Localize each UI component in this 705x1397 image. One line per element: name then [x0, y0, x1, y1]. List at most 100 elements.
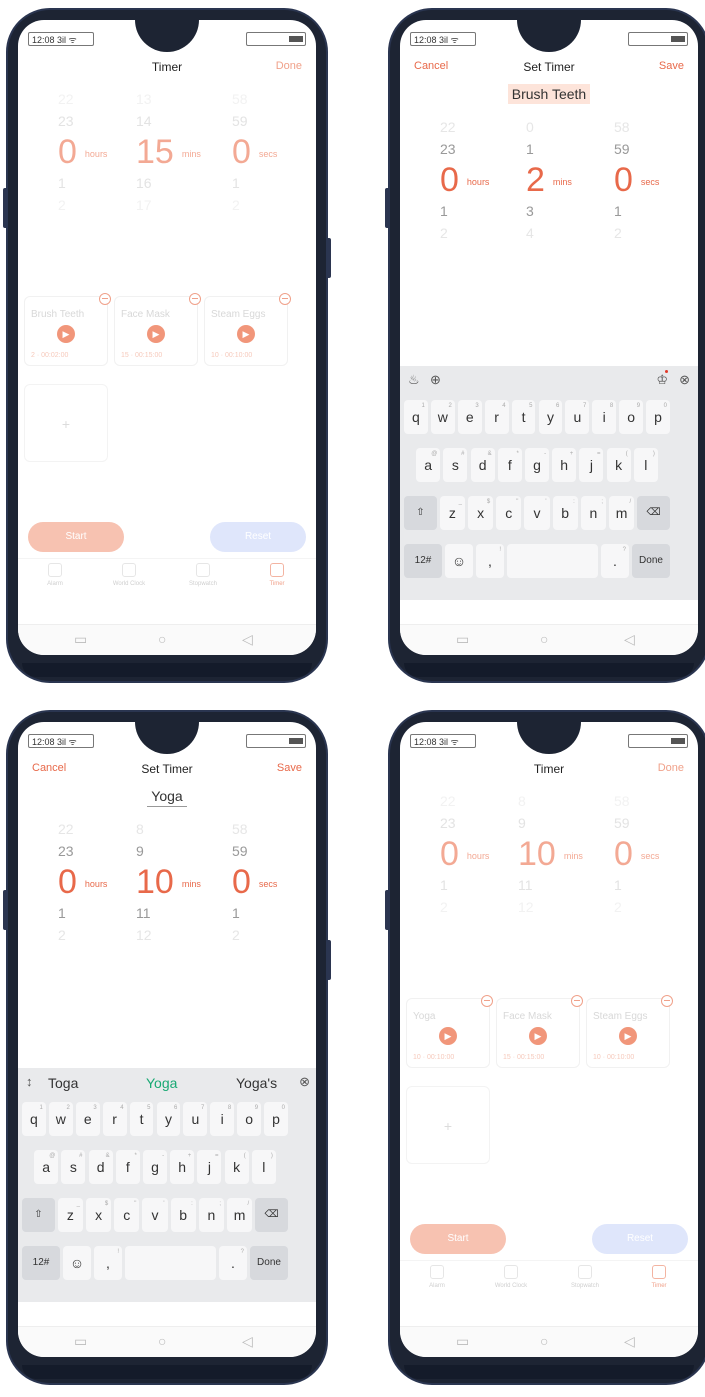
- key-e[interactable]: e3: [75, 1102, 100, 1136]
- remove-icon[interactable]: [279, 293, 291, 305]
- play-icon[interactable]: ▶: [147, 325, 165, 343]
- cursor-icon[interactable]: ↕: [26, 1074, 33, 1089]
- key-v[interactable]: v ': [142, 1198, 168, 1232]
- recent-apps-icon[interactable]: ▭: [456, 1333, 469, 1350]
- key-g[interactable]: g-: [524, 448, 550, 482]
- tab-timer[interactable]: Timer: [240, 563, 314, 587]
- symbols-key[interactable]: 12#: [22, 1246, 60, 1280]
- backspace-key[interactable]: ⌫: [255, 1198, 288, 1232]
- play-icon[interactable]: ▶: [619, 1027, 637, 1045]
- play-icon[interactable]: ▶: [439, 1027, 457, 1045]
- key-e[interactable]: e3: [457, 400, 482, 434]
- key-b[interactable]: b:: [552, 496, 578, 530]
- key-x[interactable]: x $: [468, 496, 494, 530]
- key-p[interactable]: p0: [264, 1102, 288, 1136]
- key-b[interactable]: b:: [170, 1198, 196, 1232]
- secs-column[interactable]: 58 59 0 secs 1 2: [614, 116, 698, 244]
- key-t[interactable]: t5: [511, 400, 536, 434]
- mins-column[interactable]: 8 9 10 mins 11 12: [136, 818, 226, 946]
- key-o[interactable]: o9: [619, 400, 644, 434]
- key-g[interactable]: g-: [142, 1150, 168, 1184]
- home-icon[interactable]: ○: [540, 1333, 548, 1349]
- key-w[interactable]: w2: [48, 1102, 73, 1136]
- recent-apps-icon[interactable]: ▭: [74, 631, 87, 648]
- preset-card[interactable]: Yoga ▶ 10 · 00:10:00: [406, 995, 493, 1068]
- remove-icon[interactable]: [571, 995, 583, 1007]
- key-o[interactable]: o9: [237, 1102, 262, 1136]
- start-button[interactable]: Start: [28, 522, 124, 552]
- preset-card[interactable]: Brush Teeth ▶ 2 · 00:02:00: [24, 293, 111, 366]
- key-u[interactable]: u7: [183, 1102, 208, 1136]
- key-d[interactable]: d &: [88, 1150, 113, 1184]
- timer-name-input[interactable]: Yoga: [18, 786, 316, 807]
- key-c[interactable]: c ": [496, 496, 522, 530]
- key-a[interactable]: a @: [416, 448, 441, 482]
- hide-keyboard-icon[interactable]: ⊗: [299, 1074, 310, 1090]
- space-key[interactable]: [507, 544, 598, 578]
- symbols-key[interactable]: 12#: [404, 544, 442, 578]
- backspace-key[interactable]: ⌫: [637, 496, 670, 530]
- hours-column[interactable]: 22 23 0 hours 1 2: [440, 790, 530, 918]
- key-u[interactable]: u7: [565, 400, 590, 434]
- key-f[interactable]: f *: [115, 1150, 140, 1184]
- key-r[interactable]: r4: [102, 1102, 127, 1136]
- add-preset-button[interactable]: +: [24, 384, 108, 462]
- done-key[interactable]: Done: [250, 1246, 288, 1280]
- key-s[interactable]: s #: [61, 1150, 86, 1184]
- key-d[interactable]: d &: [470, 448, 495, 482]
- key-z[interactable]: z _: [57, 1198, 83, 1232]
- preset-card[interactable]: Steam Eggs ▶ 10 · 00:10:00: [586, 995, 673, 1068]
- hours-column[interactable]: 22 23 0 hours 1 2: [440, 116, 530, 244]
- secs-column[interactable]: 58 59 0 secs 1 2: [614, 790, 698, 918]
- space-key[interactable]: [125, 1246, 216, 1280]
- start-button[interactable]: Start: [410, 1224, 506, 1254]
- play-icon[interactable]: ▶: [529, 1027, 547, 1045]
- tab-alarm[interactable]: Alarm: [400, 1265, 474, 1289]
- home-icon[interactable]: ○: [158, 631, 166, 647]
- preset-card[interactable]: Face Mask ▶ 15 · 00:15:00: [496, 995, 583, 1068]
- shift-key[interactable]: ⇧: [22, 1198, 55, 1232]
- key-c[interactable]: c ": [114, 1198, 140, 1232]
- key-l[interactable]: l): [251, 1150, 276, 1184]
- key-a[interactable]: a @: [34, 1150, 59, 1184]
- timer-name-input[interactable]: Brush Teeth: [400, 84, 698, 104]
- recent-apps-icon[interactable]: ▭: [74, 1333, 87, 1350]
- preset-card[interactable]: Face Mask ▶ 15 · 00:15:00: [114, 293, 201, 366]
- emoji-key[interactable]: ☺: [63, 1246, 91, 1280]
- suggestion-item[interactable]: Yoga's: [236, 1075, 277, 1091]
- tab-stopwatch[interactable]: Stopwatch: [548, 1265, 622, 1289]
- key-r[interactable]: r4: [484, 400, 509, 434]
- key-k[interactable]: k(: [606, 448, 631, 482]
- globe-icon[interactable]: ⊕: [430, 372, 441, 388]
- key-v[interactable]: v ': [524, 496, 550, 530]
- clipboard-icon[interactable]: ♨: [408, 372, 420, 388]
- key-k[interactable]: k(: [224, 1150, 249, 1184]
- key-y[interactable]: y6: [156, 1102, 181, 1136]
- suggestion-item[interactable]: Toga: [48, 1075, 78, 1091]
- mins-column[interactable]: 8 9 10 mins 11 12: [518, 790, 608, 918]
- save-button[interactable]: Save: [659, 60, 684, 72]
- preset-card[interactable]: Steam Eggs ▶ 10 · 00:10:00: [204, 293, 291, 366]
- key-f[interactable]: f *: [497, 448, 522, 482]
- tab-stopwatch[interactable]: Stopwatch: [166, 563, 240, 587]
- save-button[interactable]: Save: [277, 762, 302, 774]
- add-preset-button[interactable]: +: [406, 1086, 490, 1164]
- key-w[interactable]: w2: [430, 400, 455, 434]
- key-h[interactable]: h +: [170, 1150, 195, 1184]
- key-n[interactable]: n;: [580, 496, 606, 530]
- key-y[interactable]: y6: [538, 400, 563, 434]
- hide-keyboard-icon[interactable]: ⊗: [679, 372, 690, 388]
- key-z[interactable]: z _: [439, 496, 465, 530]
- play-icon[interactable]: ▶: [237, 325, 255, 343]
- tab-world-clock[interactable]: World Clock: [92, 563, 166, 587]
- done-button[interactable]: Done: [658, 762, 684, 774]
- theme-icon[interactable]: ♔: [656, 372, 668, 388]
- key-t[interactable]: t5: [129, 1102, 154, 1136]
- recent-apps-icon[interactable]: ▭: [456, 631, 469, 648]
- shift-key[interactable]: ⇧: [404, 496, 437, 530]
- key-p[interactable]: p0: [646, 400, 670, 434]
- reset-button[interactable]: Reset: [210, 522, 306, 552]
- back-icon[interactable]: ◁: [624, 631, 635, 648]
- tab-timer[interactable]: Timer: [622, 1265, 696, 1289]
- key-i[interactable]: i8: [210, 1102, 235, 1136]
